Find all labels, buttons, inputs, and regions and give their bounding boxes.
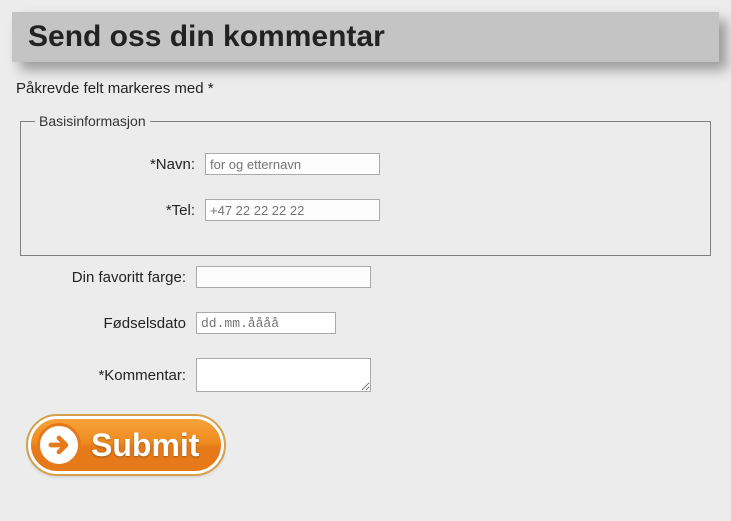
name-row: *Navn:	[35, 153, 696, 175]
page-header: Send oss din kommentar	[12, 12, 719, 62]
page-title: Send oss din kommentar	[28, 20, 703, 54]
submit-label: Submit	[91, 427, 199, 464]
tel-row: *Tel:	[35, 199, 696, 221]
dob-input[interactable]	[196, 312, 336, 334]
required-note: Påkrevde felt markeres med *	[16, 80, 715, 97]
form-container: Basisinformasjon *Navn: *Tel: Din favori…	[12, 111, 719, 484]
fieldset-legend: Basisinformasjon	[35, 113, 150, 129]
dob-label: Fødselsdato	[26, 315, 196, 332]
name-label: *Navn:	[35, 156, 205, 173]
arrow-right-icon	[37, 423, 81, 467]
dob-row: Fødselsdato	[26, 312, 711, 334]
comment-row: *Kommentar:	[26, 358, 711, 392]
color-label: Din favoritt farge:	[26, 269, 196, 286]
color-input[interactable]	[196, 266, 371, 288]
name-input[interactable]	[205, 153, 380, 175]
comment-textarea[interactable]	[196, 358, 371, 392]
tel-label: *Tel:	[35, 202, 205, 219]
basic-info-fieldset: Basisinformasjon *Navn: *Tel:	[20, 113, 711, 256]
comment-label: *Kommentar:	[26, 367, 196, 384]
tel-input[interactable]	[205, 199, 380, 221]
color-row: Din favoritt farge:	[26, 266, 711, 288]
submit-button[interactable]: Submit	[28, 416, 224, 474]
